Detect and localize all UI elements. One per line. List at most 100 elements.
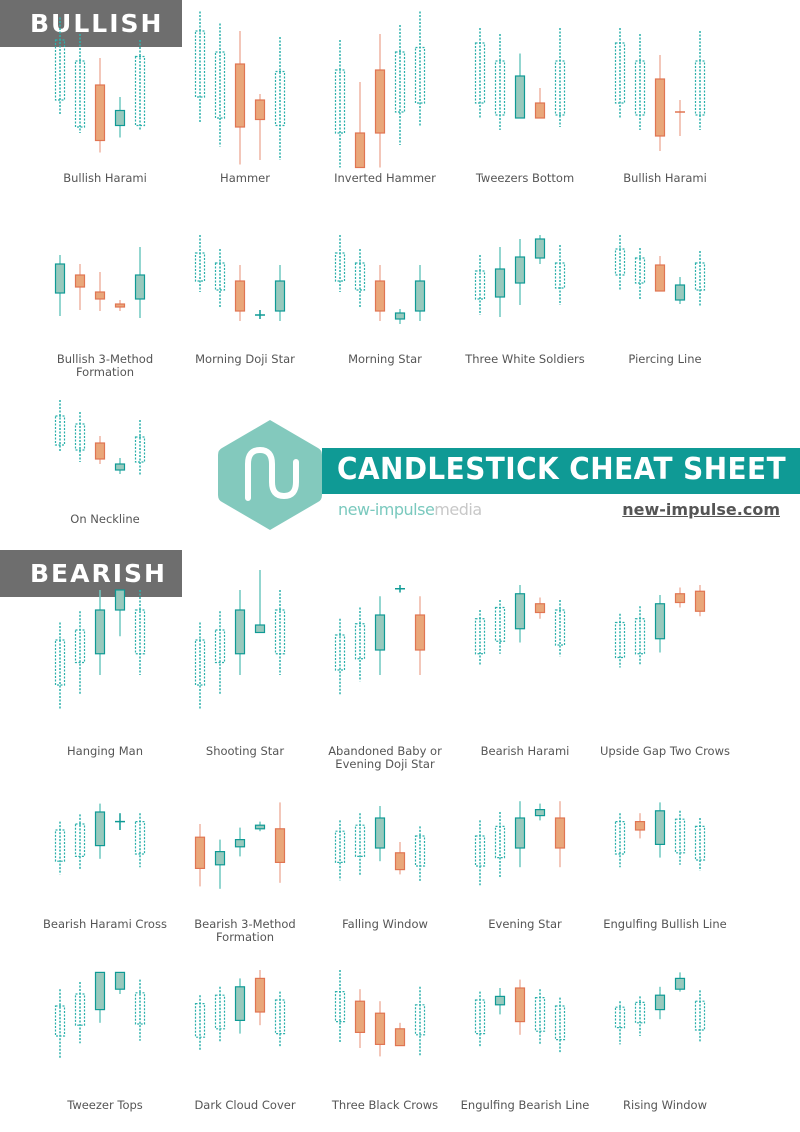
candle-body — [414, 614, 426, 651]
pattern-card: Bullish Harami — [590, 10, 740, 185]
candle-body — [514, 987, 526, 1023]
candle-bearish — [694, 585, 706, 617]
candle-bullish — [94, 971, 106, 1023]
candle-bearish — [654, 256, 666, 292]
candle-body — [374, 817, 386, 849]
candle-body — [274, 280, 286, 312]
candle-bullish — [514, 239, 526, 305]
candle-ghost — [74, 982, 86, 1044]
pattern-card: Three Black Crows — [310, 970, 460, 1112]
candle-ghost — [334, 618, 346, 695]
candle-bearish — [74, 264, 86, 310]
candle-bullish — [94, 803, 106, 859]
candle-doji — [255, 310, 265, 319]
pattern-card: Morning Star — [310, 235, 460, 366]
pattern-card: Engulfing Bullish Line — [590, 800, 740, 931]
candle-body — [654, 810, 666, 845]
pattern-chart — [334, 11, 426, 169]
candle-body — [534, 808, 546, 817]
pattern-card: Bearish Harami Cross — [30, 800, 180, 931]
pattern-chart — [334, 970, 426, 1057]
pattern-label: Bearish 3-Method Formation — [194, 917, 296, 944]
pattern-chart — [474, 235, 566, 317]
pattern-card: Hanging Man — [30, 585, 180, 758]
pattern-card: Falling Window — [310, 800, 460, 931]
candle-ghost — [474, 610, 486, 665]
candle-body — [94, 971, 106, 1011]
pattern-card: Tweezer Tops — [30, 970, 180, 1112]
candle-ghost — [274, 37, 286, 160]
candle-bullish — [114, 97, 126, 138]
candle-bullish — [514, 585, 526, 643]
candle-body — [394, 1028, 406, 1047]
candle-body — [414, 280, 426, 312]
candle-bearish — [114, 300, 126, 311]
candle-ghost — [134, 979, 146, 1041]
candle-body — [254, 624, 266, 634]
candle-bullish — [674, 277, 686, 304]
candle-bearish — [554, 801, 566, 868]
candle-bearish — [194, 824, 206, 887]
candle-body — [634, 1001, 646, 1024]
candle-body — [134, 274, 146, 300]
candle-ghost — [334, 970, 346, 1044]
candle-bearish — [534, 597, 546, 619]
candle-ghost — [554, 245, 566, 305]
candle-body — [254, 824, 266, 830]
candle-ghost — [354, 249, 366, 307]
pattern-label: Engulfing Bearish Line — [460, 1098, 590, 1112]
pattern-chart — [614, 235, 706, 307]
pattern-label: Tweezers Bottom — [475, 171, 575, 185]
candle-bullish — [534, 803, 546, 821]
candle-bullish — [274, 265, 286, 321]
candle-body — [254, 977, 266, 1013]
candle-bullish — [394, 309, 406, 324]
candle-bullish — [94, 590, 106, 675]
pattern-chart — [474, 801, 566, 886]
candle-bullish — [654, 595, 666, 653]
candle-ghost — [614, 813, 626, 868]
pattern-card: Three White Soldiers — [450, 235, 600, 366]
candle-body — [614, 42, 626, 104]
site-link[interactable]: new-impulse.com — [622, 500, 780, 519]
pattern-chart — [194, 570, 286, 710]
pattern-label: Piercing Line — [628, 352, 702, 366]
pattern-label: Shooting Star — [205, 744, 285, 758]
page-title: CANDLESTICK CHEAT SHEET — [337, 452, 787, 487]
pattern-card: Hammer — [170, 10, 320, 185]
candle-bearish — [94, 58, 106, 153]
candle-ghost — [474, 255, 486, 315]
candle-body — [94, 811, 106, 847]
brand-wordmark: new-impulsemedia — [338, 500, 482, 519]
pattern-card: Bullish 3-Method Formation — [30, 235, 180, 379]
pattern-chart — [334, 806, 426, 882]
candle-ghost — [494, 34, 506, 130]
candle-body — [514, 593, 526, 630]
candle-bullish — [214, 839, 226, 889]
pattern-chart — [54, 803, 146, 875]
pattern-chart — [194, 970, 286, 1051]
candle-body — [94, 291, 106, 300]
candle-bearish — [534, 88, 546, 119]
candle-ghost — [54, 17, 66, 115]
candle-body — [374, 1012, 386, 1046]
candle-ghost — [334, 235, 346, 292]
candle-ghost — [214, 249, 226, 307]
pattern-card: Bearish 3-Method Formation — [170, 800, 320, 944]
candle-body — [234, 986, 246, 1021]
candle-bullish — [654, 802, 666, 858]
candle-body — [194, 836, 206, 870]
candle-ghost — [194, 995, 206, 1051]
candle-ghost — [214, 986, 226, 1042]
pattern-card: Piercing Line — [590, 235, 740, 366]
candle-ghost — [134, 813, 146, 868]
candle-bullish — [114, 458, 126, 474]
pattern-card: Evening Star — [450, 800, 600, 931]
candle-body — [514, 256, 526, 284]
pattern-label: Engulfing Bullish Line — [603, 917, 727, 931]
candle-body — [234, 280, 246, 312]
pattern-chart — [474, 979, 566, 1053]
candle-bullish — [254, 821, 266, 832]
candle-body — [674, 284, 686, 301]
candle-bullish — [654, 986, 666, 1020]
